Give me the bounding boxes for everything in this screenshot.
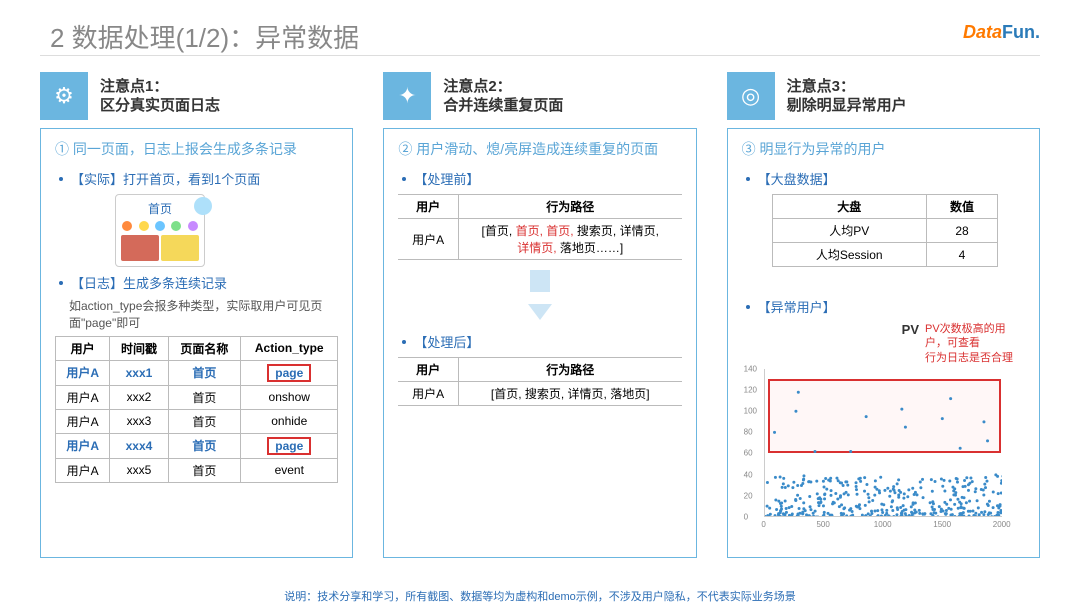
column-1: ⚙ 注意点1： 区分真实页面日志 ① 同一页面，日志上报会生成多条记录 【实际】… bbox=[40, 72, 353, 558]
userA-cell: 用户A bbox=[398, 219, 458, 260]
th-path2: 行为路径 bbox=[458, 358, 681, 382]
th-value: 数值 bbox=[926, 195, 998, 219]
y-tick: 100 bbox=[744, 407, 757, 416]
card1-subtext: 如action_type会报多种类型，实际取用户可见页面"page"即可 bbox=[69, 298, 338, 332]
y-tick: 20 bbox=[744, 491, 753, 500]
columns-row: ⚙ 注意点1： 区分真实页面日志 ① 同一页面，日志上报会生成多条记录 【实际】… bbox=[40, 72, 1040, 558]
path-before-cell: [首页, 首页, 首页, 搜索页, 详情页, 详情页, 落地页……] bbox=[458, 219, 681, 260]
x-tick: 1500 bbox=[933, 520, 951, 529]
y-tick: 80 bbox=[744, 428, 753, 437]
table-row: 用户Axxx3首页onhide bbox=[56, 409, 338, 433]
x-tick: 2000 bbox=[993, 520, 1011, 529]
after-table: 用户行为路径 用户A [首页, 搜索页, 详情页, 落地页] bbox=[398, 357, 681, 406]
y-tick: 140 bbox=[744, 364, 757, 373]
th-user2b: 用户 bbox=[398, 358, 458, 382]
note-head-3: ◎ 注意点3： 剔除明显异常用户 bbox=[727, 72, 1040, 120]
logo: DataFun. bbox=[963, 22, 1040, 43]
y-tick: 120 bbox=[744, 386, 757, 395]
puzzle-icon: ✦ bbox=[383, 72, 431, 120]
card-1: ① 同一页面，日志上报会生成多条记录 【实际】打开首页，看到1个页面 首页 【日… bbox=[40, 128, 353, 558]
note-desc-1: 区分真实页面日志 bbox=[100, 97, 220, 114]
logo-suffix: Fun. bbox=[1002, 22, 1040, 42]
card-2-title: ② 用户滑动、熄/亮屏造成连续重复的页面 bbox=[398, 139, 681, 159]
th-page: 页面名称 bbox=[168, 336, 241, 360]
y-tick: 60 bbox=[744, 449, 753, 458]
gear-icon: ⚙ bbox=[40, 72, 88, 120]
column-2: ✦ 注意点2： 合并连续重复页面 ② 用户滑动、熄/亮屏造成连续重复的页面 【处… bbox=[383, 72, 696, 558]
metric-sess-val: 4 bbox=[926, 243, 998, 267]
note-head-2: ✦ 注意点2： 合并连续重复页面 bbox=[383, 72, 696, 120]
y-tick: 0 bbox=[744, 512, 748, 521]
x-tick: 1000 bbox=[874, 520, 892, 529]
note-desc-3: 剔除明显异常用户 bbox=[787, 97, 907, 114]
before-table: 用户行为路径 用户A [首页, 首页, 首页, 搜索页, 详情页, 详情页, 落… bbox=[398, 194, 681, 260]
phone-icon-row bbox=[119, 219, 201, 233]
note-text-3: 注意点3： 剔除明显异常用户 bbox=[787, 77, 907, 116]
metric-table: 大盘数值 人均PV28 人均Session4 bbox=[772, 194, 999, 267]
th-user: 用户 bbox=[56, 336, 110, 360]
arrow-down-icon bbox=[528, 304, 552, 320]
hand-icon bbox=[194, 197, 212, 215]
pv-axis-label: PV bbox=[902, 322, 919, 337]
th-action: Action_type bbox=[241, 336, 338, 360]
card-1-title: ① 同一页面，日志上报会生成多条记录 bbox=[55, 139, 338, 159]
note-label-3: 注意点3： bbox=[787, 78, 855, 95]
note-label-1: 注意点1： bbox=[100, 78, 168, 95]
card1-b1-text: 【实际】打开首页，看到1个页面 bbox=[71, 172, 260, 187]
chart-area bbox=[764, 369, 1002, 517]
log-table: 用户 时间戳 页面名称 Action_type 用户Axxx1首页page用户A… bbox=[55, 336, 338, 483]
page-title: 2 数据处理(1/2)：异常数据 bbox=[50, 18, 359, 55]
th-ts: 时间戳 bbox=[110, 336, 168, 360]
th-user2: 用户 bbox=[398, 195, 458, 219]
card2-after-label: 【处理后】 bbox=[398, 332, 681, 351]
card1-bullet-2: 【日志】生成多条连续记录 bbox=[55, 273, 338, 292]
scatter-points bbox=[765, 369, 1002, 516]
note-desc-2: 合并连续重复页面 bbox=[443, 97, 563, 114]
table-row: 用户Axxx5首页event bbox=[56, 458, 338, 482]
path-after-cell: [首页, 搜索页, 详情页, 落地页] bbox=[458, 382, 681, 406]
table-row: 用户Axxx1首页page bbox=[56, 360, 338, 385]
column-3: ◎ 注意点3： 剔除明显异常用户 ③ 明显行为异常的用户 【大盘数据】 大盘数值… bbox=[727, 72, 1040, 558]
note-label-2: 注意点2： bbox=[443, 78, 511, 95]
scatter-chart: 020406080100120140 0500100015002000 bbox=[742, 369, 1002, 529]
red-annotation: PV次数极高的用户，可查看行为日志是否合理 bbox=[925, 322, 1025, 365]
card3-b2: 【异常用户】 bbox=[742, 297, 1025, 316]
phone-tab-label: 首页 bbox=[119, 198, 201, 219]
table-row: 用户Axxx4首页page bbox=[56, 433, 338, 458]
card-3-title: ③ 明显行为异常的用户 bbox=[742, 139, 1025, 159]
phone-thumbs bbox=[119, 233, 201, 263]
note-text-1: 注意点1： 区分真实页面日志 bbox=[100, 77, 220, 116]
card1-b2-text: 【日志】生成多条连续记录 bbox=[71, 276, 227, 291]
metric-pv-val: 28 bbox=[926, 219, 998, 243]
th-metric: 大盘 bbox=[772, 195, 926, 219]
x-tick: 500 bbox=[816, 520, 829, 529]
card-2: ② 用户滑动、熄/亮屏造成连续重复的页面 【处理前】 用户行为路径 用户A [首… bbox=[383, 128, 696, 558]
card3-b1: 【大盘数据】 bbox=[742, 169, 1025, 188]
phone-mock: 首页 bbox=[115, 194, 205, 267]
table-row: 用户Axxx2首页onshow bbox=[56, 385, 338, 409]
logo-prefix: Data bbox=[963, 22, 1002, 42]
card2-before-label: 【处理前】 bbox=[398, 169, 681, 188]
footer-note: 说明：技术分享和学习，所有截图、数据等均为虚构和demo示例，不涉及用户隐私，不… bbox=[0, 588, 1080, 604]
note-head-1: ⚙ 注意点1： 区分真实页面日志 bbox=[40, 72, 353, 120]
y-tick: 40 bbox=[744, 470, 753, 479]
metric-pv: 人均PV bbox=[772, 219, 926, 243]
card1-bullet-1: 【实际】打开首页，看到1个页面 bbox=[55, 169, 338, 188]
note-text-2: 注意点2： 合并连续重复页面 bbox=[443, 77, 563, 116]
card-3: ③ 明显行为异常的用户 【大盘数据】 大盘数值 人均PV28 人均Session… bbox=[727, 128, 1040, 558]
target-icon: ◎ bbox=[727, 72, 775, 120]
title-underline bbox=[40, 55, 1040, 56]
userA-cell2: 用户A bbox=[398, 382, 458, 406]
arrow-stem bbox=[530, 270, 550, 292]
x-tick: 0 bbox=[761, 520, 765, 529]
metric-sess: 人均Session bbox=[772, 243, 926, 267]
th-path: 行为路径 bbox=[458, 195, 681, 219]
